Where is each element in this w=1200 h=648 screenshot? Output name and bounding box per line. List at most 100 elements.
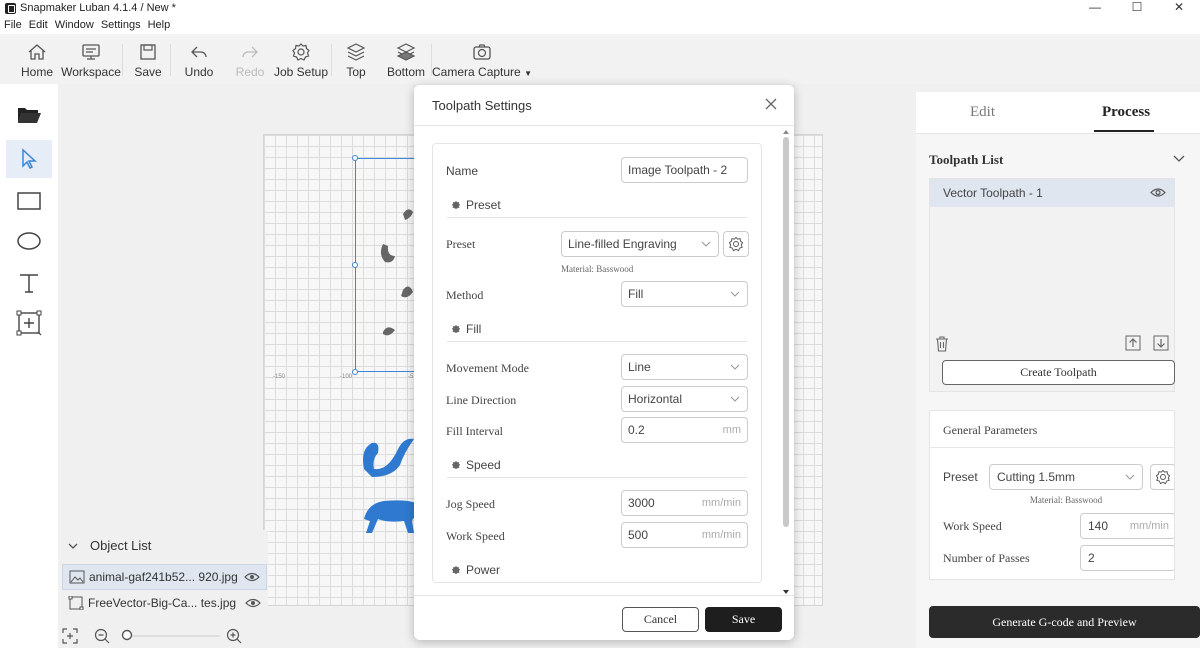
workspace-button[interactable]: Workspace: [61, 34, 121, 84]
preset-select[interactable]: Line-filled Engraving: [561, 231, 719, 257]
work-speed-input[interactable]: 140 mm/min: [1080, 513, 1174, 539]
preset-select[interactable]: Cutting 1.5mm: [989, 464, 1143, 490]
fill-interval-input[interactable]: 0.2 mm: [621, 417, 748, 443]
home-button[interactable]: Home: [20, 34, 54, 84]
job-setup-label: Job Setup: [273, 65, 329, 79]
toolbar-divider: [122, 44, 123, 76]
eye-icon[interactable]: [244, 572, 260, 582]
fill-interval-value: 0.2: [628, 423, 645, 437]
method-value: Fill: [628, 287, 644, 301]
insert-tool-button[interactable]: [6, 304, 52, 342]
menu-help[interactable]: Help: [148, 19, 171, 31]
open-file-button[interactable]: [6, 96, 52, 134]
divider: [414, 595, 794, 596]
save-toolpath-button[interactable]: Save: [705, 607, 782, 632]
bottom-view-button[interactable]: Bottom: [386, 34, 426, 84]
gear-icon: [451, 200, 461, 210]
redo-icon: [242, 46, 258, 58]
bottom-view-label: Bottom: [386, 65, 425, 79]
divider: [447, 217, 747, 218]
section-title: Speed: [466, 458, 501, 472]
object-name: animal-gaf241b52... 920.jpg: [89, 570, 238, 584]
section-title: Fill: [466, 322, 482, 336]
jog-speed-label: Jog Speed: [446, 497, 495, 511]
camera-capture-button[interactable]: Camera Capture ▼: [432, 34, 532, 84]
window-title: Snapmaker Luban 4.1.4 / New *: [20, 2, 176, 14]
cursor-icon: [22, 148, 37, 170]
work-speed-label: Work Speed: [943, 519, 1002, 533]
name-input[interactable]: Image Toolpath - 2: [621, 157, 748, 183]
undo-button[interactable]: Undo: [184, 34, 214, 84]
tab-process[interactable]: Process: [1102, 104, 1150, 121]
zoom-out-icon[interactable]: [94, 628, 110, 644]
fit-view-icon[interactable]: [62, 628, 78, 644]
move-down-icon[interactable]: [1153, 335, 1169, 351]
section-fill: Fill: [451, 322, 481, 336]
zoom-in-icon[interactable]: [226, 628, 242, 644]
close-window-button[interactable]: ✕: [1158, 0, 1200, 16]
preset-settings-button[interactable]: [723, 231, 749, 257]
eye-icon[interactable]: [1150, 187, 1166, 198]
top-view-icon: [346, 43, 366, 61]
object-list-item[interactable]: animal-gaf241b52... 920.jpg: [62, 564, 267, 590]
chevron-down-icon[interactable]: [1172, 152, 1186, 164]
work-speed-input[interactable]: 500 mm/min: [621, 522, 748, 548]
menu-settings[interactable]: Settings: [101, 19, 141, 31]
passes-input[interactable]: 2: [1080, 545, 1174, 571]
divider: [447, 582, 747, 583]
text-tool-button[interactable]: [6, 264, 52, 302]
dialog-scrollbar[interactable]: [782, 129, 790, 595]
passes-value: 2: [1088, 551, 1095, 565]
gear-icon: [292, 43, 310, 61]
movement-mode-select[interactable]: Line: [621, 354, 748, 380]
cancel-button[interactable]: Cancel: [622, 607, 699, 632]
camera-capture-label: Camera Capture ▼: [432, 65, 532, 79]
jog-speed-input[interactable]: 3000 mm/min: [621, 490, 748, 516]
eye-icon[interactable]: [245, 598, 261, 608]
scroll-up-icon[interactable]: [782, 129, 790, 135]
menu-edit[interactable]: Edit: [29, 19, 48, 31]
unit-label: mm/min: [1129, 520, 1169, 532]
movement-mode-value: Line: [628, 360, 651, 374]
folder-icon: [18, 108, 41, 123]
maximize-button[interactable]: ☐: [1116, 0, 1158, 16]
resize-handle[interactable]: [352, 369, 358, 375]
resize-handle[interactable]: [352, 155, 358, 161]
toolpath-name: Vector Toolpath - 1: [943, 186, 1043, 200]
method-select[interactable]: Fill: [621, 281, 748, 307]
generate-gcode-button[interactable]: Generate G-code and Preview: [929, 606, 1200, 638]
line-direction-select[interactable]: Horizontal: [621, 386, 748, 412]
chevron-down-icon: ▼: [524, 69, 532, 78]
home-icon: [28, 44, 46, 60]
select-tool-button[interactable]: [6, 140, 52, 178]
job-setup-button[interactable]: Job Setup: [273, 34, 329, 84]
top-view-label: Top: [346, 65, 366, 79]
tab-edit[interactable]: Edit: [970, 104, 995, 121]
axis-label: -150: [273, 374, 286, 380]
object-list-header[interactable]: Object List: [66, 538, 151, 553]
close-icon[interactable]: [764, 97, 778, 111]
create-toolpath-button[interactable]: Create Toolpath: [942, 360, 1175, 385]
ellipse-tool-button[interactable]: [6, 222, 52, 260]
redo-button[interactable]: Redo: [235, 34, 265, 84]
preset-settings-button[interactable]: [1150, 464, 1174, 490]
unit-label: mm/min: [701, 497, 741, 509]
rectangle-tool-button[interactable]: [6, 182, 52, 220]
divider: [414, 125, 794, 126]
chevron-down-icon: [68, 543, 78, 549]
minimize-button[interactable]: —: [1074, 0, 1116, 16]
top-view-button[interactable]: Top: [342, 34, 370, 84]
save-button[interactable]: Save: [134, 34, 162, 84]
menu-window[interactable]: Window: [55, 19, 94, 31]
workspace-icon: [82, 44, 100, 60]
menu-file[interactable]: File: [4, 19, 22, 31]
trash-icon[interactable]: [935, 336, 949, 352]
resize-handle[interactable]: [352, 262, 358, 268]
gear-icon: [451, 460, 461, 470]
move-up-icon[interactable]: [1125, 335, 1141, 351]
scrollbar-thumb[interactable]: [783, 137, 789, 527]
toolpath-item[interactable]: Vector Toolpath - 1: [930, 179, 1174, 207]
axis-label: -100: [340, 374, 353, 380]
zoom-slider[interactable]: [120, 628, 224, 644]
object-list-item[interactable]: FreeVector-Big-Ca... tes.jpg: [62, 590, 267, 616]
